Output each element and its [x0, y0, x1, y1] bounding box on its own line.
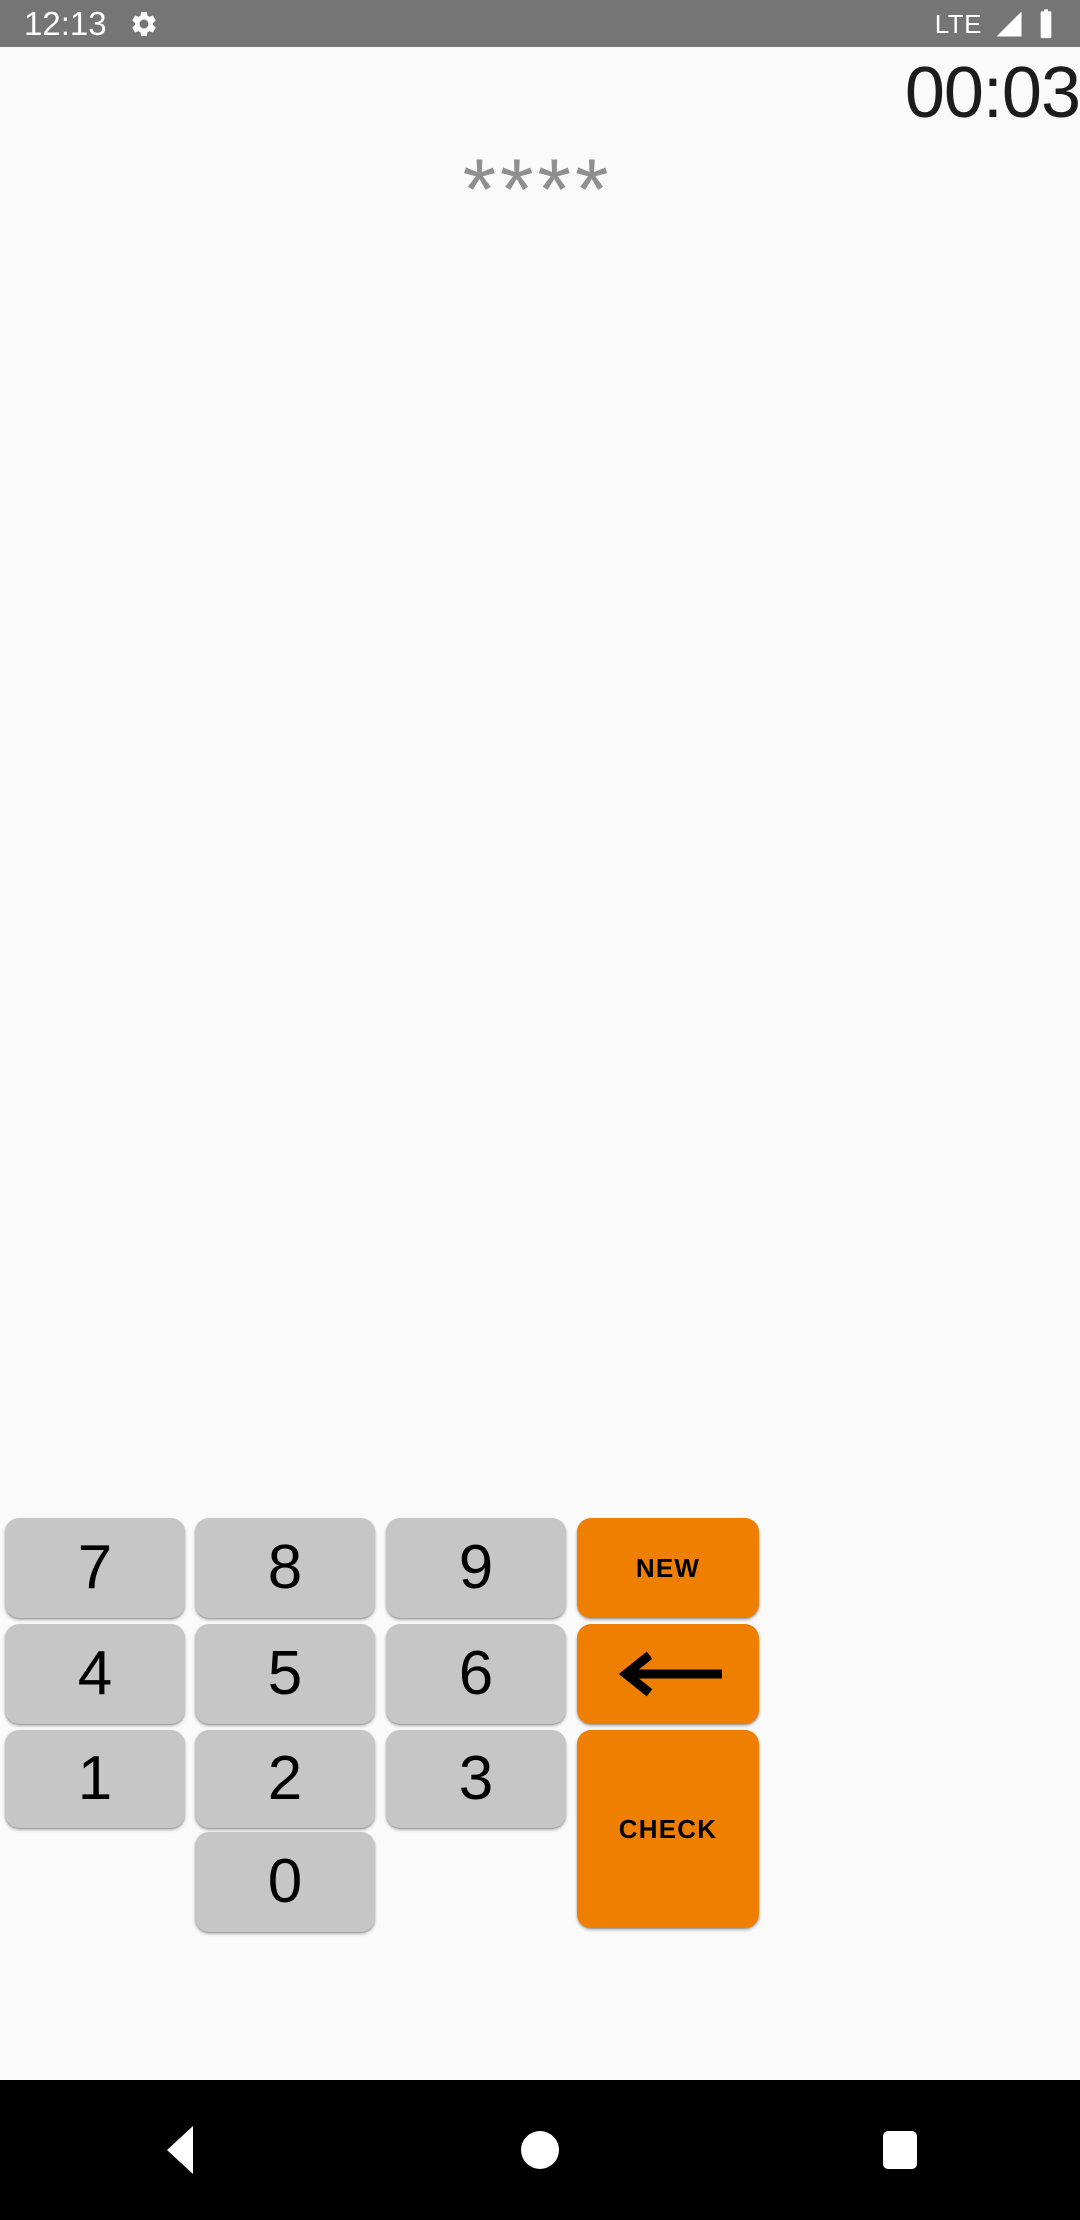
- status-bar: 12:13 LTE: [0, 0, 1080, 47]
- nav-recents-button[interactable]: [810, 2080, 990, 2220]
- back-triangle-icon: [167, 2126, 193, 2174]
- check-button[interactable]: CHECK: [577, 1730, 759, 1928]
- battery-icon: [1036, 8, 1056, 40]
- signal-icon: [993, 9, 1025, 39]
- status-bar-right-icons: LTE: [935, 8, 1056, 40]
- status-bar-left-icons: [129, 9, 159, 39]
- nav-home-button[interactable]: [450, 2080, 630, 2220]
- key-0[interactable]: 0: [195, 1832, 375, 1932]
- key-5[interactable]: 5: [195, 1624, 375, 1724]
- new-button[interactable]: NEW: [577, 1518, 759, 1618]
- home-circle-icon: [521, 2131, 559, 2169]
- app-screen: 12:13 LTE 00:03 **** 7 8 9 NEW 4 5 6 1 2…: [0, 0, 1080, 2220]
- key-9[interactable]: 9: [386, 1518, 566, 1618]
- android-navigation-bar: [0, 2080, 1080, 2220]
- guess-display: ****: [462, 142, 613, 238]
- status-clock: 12:13: [24, 5, 107, 42]
- key-6[interactable]: 6: [386, 1624, 566, 1724]
- key-3[interactable]: 3: [386, 1730, 566, 1828]
- nav-back-button[interactable]: [90, 2080, 270, 2220]
- backspace-button[interactable]: [577, 1624, 759, 1724]
- key-1[interactable]: 1: [5, 1730, 185, 1828]
- key-2[interactable]: 2: [195, 1730, 375, 1828]
- key-7[interactable]: 7: [5, 1518, 185, 1618]
- recents-square-icon: [883, 2131, 917, 2169]
- key-8[interactable]: 8: [195, 1518, 375, 1618]
- network-type-label: LTE: [934, 8, 982, 39]
- keypad: 7 8 9 NEW 4 5 6 1 2 3 CHECK 0: [0, 1470, 1080, 2080]
- arrow-left-icon: [614, 1651, 722, 1697]
- key-4[interactable]: 4: [5, 1624, 185, 1724]
- elapsed-timer: 00:03: [904, 53, 1080, 133]
- gear-icon: [129, 9, 159, 39]
